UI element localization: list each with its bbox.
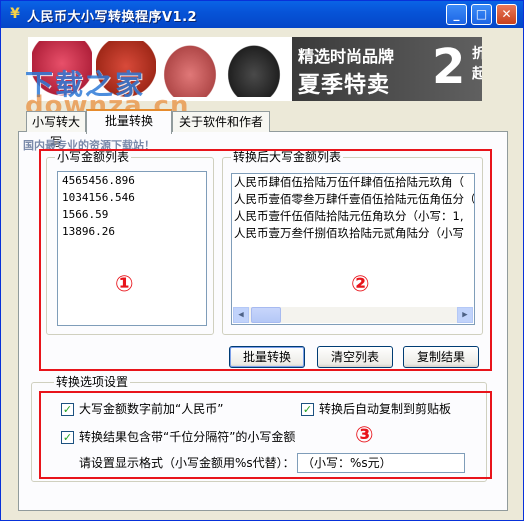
maximize-button[interactable]: □ <box>471 4 492 25</box>
annotation-number-3: ③ <box>355 423 374 448</box>
title-bar[interactable]: ¥ 人民币大小写转换程序V1.2 _ □ ✕ <box>1 1 523 28</box>
annotation-number-1: ① <box>115 272 134 297</box>
yen-icon: ¥ <box>10 6 20 22</box>
annotation-box-options <box>39 391 492 479</box>
tab-batch-convert[interactable]: 批量转换 <box>86 109 172 134</box>
banner-number: 2 <box>432 39 466 95</box>
options-group-title: 转换选项设置 <box>54 375 131 389</box>
banner-discount: 折起 <box>472 46 482 82</box>
banner-slogan: 夏季特卖 <box>298 73 391 98</box>
annotation-box-main <box>39 149 492 371</box>
sandal-image <box>160 41 220 97</box>
minimize-button[interactable]: _ <box>446 4 467 25</box>
shoe-image <box>224 41 284 97</box>
window-title: 人民币大小写转换程序V1.2 <box>27 10 198 25</box>
tab-lower-to-upper[interactable]: 小写转大写 <box>26 111 86 149</box>
annotation-number-2: ② <box>351 272 370 297</box>
banner-headline: 精选时尚品牌 <box>298 47 395 66</box>
app-window: ¥ 人民币大小写转换程序V1.2 _ □ ✕ 精选时尚品牌 夏季特卖 2 折起 … <box>0 0 524 521</box>
close-button[interactable]: ✕ <box>496 4 517 25</box>
tab-about[interactable]: 关于软件和作者 <box>172 111 270 132</box>
